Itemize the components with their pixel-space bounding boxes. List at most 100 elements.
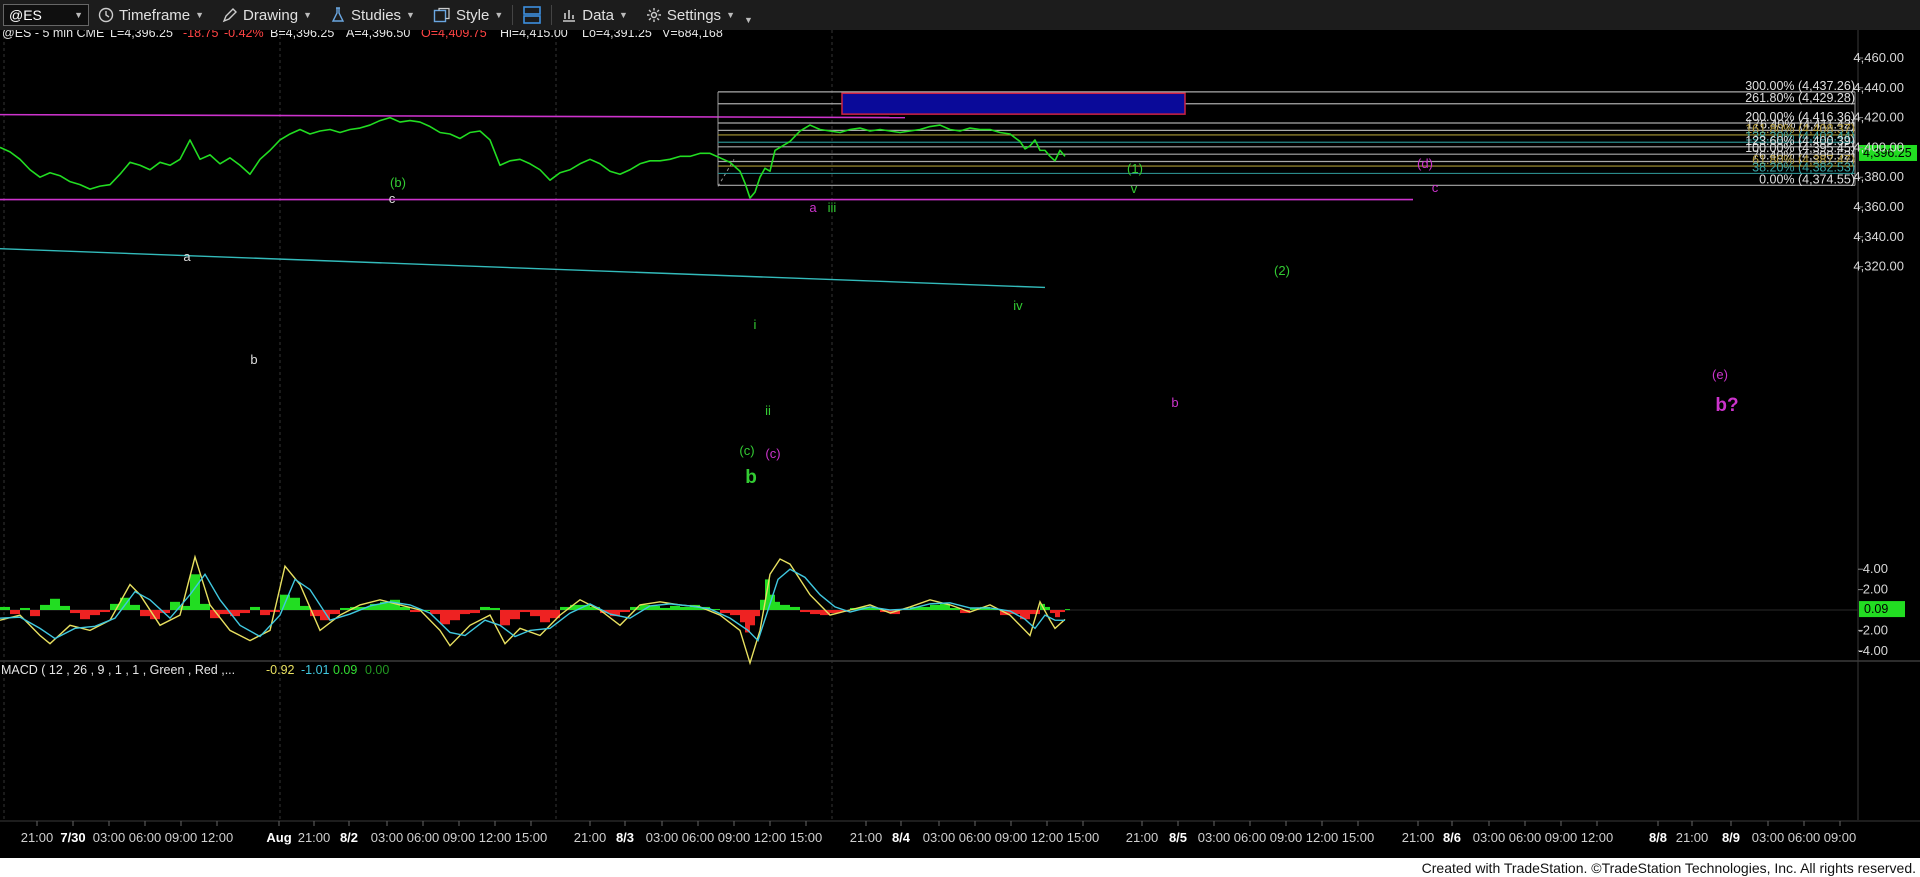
time-tick-label: 21:00: [574, 830, 607, 845]
time-tick-label: 12:00: [201, 830, 234, 845]
macd-tick-label: -4.00: [1858, 643, 1888, 658]
style-label: Style: [455, 6, 490, 24]
studies-button[interactable]: Studies ▼: [321, 0, 424, 30]
high-price: Hi=4,415.00: [500, 30, 568, 40]
time-tick-label: 09:00: [995, 830, 1028, 845]
time-tick-label: 09:00: [165, 830, 198, 845]
macd-histogram-bar: [720, 610, 730, 614]
macd-histogram-bar: [240, 610, 250, 614]
macd-histogram-bar: [70, 610, 80, 614]
open-price: O=4,409.75: [421, 30, 487, 40]
style-icon: [433, 7, 450, 23]
time-tick-label: 8/6: [1443, 830, 1461, 845]
macd-histogram-bar: [670, 605, 680, 610]
wave-label: (d): [1417, 156, 1433, 171]
macd-histogram-bar: [130, 604, 140, 610]
macd-histogram-bar: [30, 610, 40, 617]
macd-histogram-bar: [920, 606, 930, 610]
time-tick-label: 09:00: [1545, 830, 1578, 845]
macd-histogram-bar: [330, 610, 340, 615]
style-button[interactable]: Style ▼: [424, 0, 512, 30]
flask-icon: [331, 7, 345, 22]
drawing-button[interactable]: Drawing ▼: [213, 0, 321, 30]
studies-label: Studies: [351, 6, 402, 24]
macd-histogram-bar: [10, 610, 20, 615]
macd-histogram-bar: [300, 605, 310, 610]
low-price: Lo=4,391.25: [582, 30, 652, 40]
symbol-selector[interactable]: @ES ▼: [3, 4, 89, 26]
time-tick-label: 15:00: [1067, 830, 1100, 845]
chevron-down-icon: ▼: [618, 10, 628, 20]
ask-price: A=4,396.50: [346, 30, 410, 40]
macd-histogram-bar: [90, 610, 100, 616]
last-price-header: L=4,396.25: [110, 30, 173, 40]
settings-button[interactable]: Settings ▼: [637, 0, 744, 30]
macd-histogram-bar: [450, 610, 460, 621]
wave-label: (c): [739, 443, 754, 458]
macd-histogram-bar: [510, 610, 520, 620]
price-tick-label: 4,460.00: [1853, 50, 1904, 65]
macd-signal-value: -1.01: [301, 663, 330, 677]
macd-histogram-bar: [740, 610, 745, 623]
macd-histogram-bar: [680, 606, 690, 610]
price-tick-label: 4,320.00: [1853, 259, 1904, 274]
time-tick-label: Aug: [266, 830, 291, 845]
footer-credit: Created with TradeStation. ©TradeStation…: [0, 858, 1920, 877]
wave-label: b: [745, 467, 757, 488]
chevron-down-icon: ▼: [406, 10, 415, 20]
time-tick-label: 06:00: [129, 830, 162, 845]
toolbar-overflow-icon[interactable]: ▼: [744, 15, 753, 25]
price-header: @ES - 5 min CME L=4,396.25 -18.75 -0.42%…: [2, 30, 723, 40]
time-tick-label: 21:00: [21, 830, 54, 845]
layout-button[interactable]: [513, 0, 551, 30]
macd-histogram-bar: [930, 604, 940, 610]
macd-histogram-bar: [50, 598, 60, 610]
chart-toolbar: @ES ▼ Timeframe ▼ Drawing ▼ Studies ▼ St…: [0, 0, 1920, 31]
time-tick-label: 8/2: [340, 830, 358, 845]
macd-zero-value: 0.00: [365, 663, 389, 677]
macd-histogram-bar: [340, 607, 350, 610]
price-tick-label: 4,400.00: [1853, 139, 1904, 154]
time-tick-label: 21:00: [1126, 830, 1159, 845]
wave-label: iii: [828, 200, 837, 215]
timeframe-button[interactable]: Timeframe ▼: [89, 0, 213, 30]
macd-histogram-bar: [730, 610, 740, 616]
time-tick-label: 09:00: [1270, 830, 1303, 845]
time-tick-label: 8/4: [892, 830, 911, 845]
price-tick-label: 4,360.00: [1853, 199, 1904, 214]
macd-tick-label: 2.00: [1863, 582, 1888, 597]
chevron-down-icon: ▼: [195, 10, 205, 20]
data-label: Data: [582, 6, 614, 24]
macd-histogram-bar: [480, 606, 490, 610]
layout-icon: [523, 6, 542, 24]
time-tick-label: 06:00: [1234, 830, 1267, 845]
data-button[interactable]: Data ▼: [552, 0, 637, 30]
macd-histogram-bar: [100, 610, 110, 613]
time-tick-label: 06:00: [1509, 830, 1542, 845]
chart-canvas[interactable]: 300.00% (4,437.26)261.80% (4,429.28)200.…: [0, 30, 1920, 858]
macd-histogram-bar: [1060, 610, 1065, 613]
time-tick-label: 21:00: [298, 830, 331, 845]
macd-tick-label: 4.00: [1863, 561, 1888, 576]
time-tick-label: 8/8: [1649, 830, 1667, 845]
wave-label: a: [809, 200, 817, 215]
macd-histogram-bar: [0, 606, 10, 610]
time-tick-label: 21:00: [1402, 830, 1435, 845]
wave-label: a: [183, 249, 191, 264]
time-tick-label: 12:00: [479, 830, 512, 845]
time-tick-label: 03:00: [923, 830, 956, 845]
chevron-down-icon: ▼: [726, 10, 735, 20]
macd-histogram-bar: [650, 605, 660, 610]
price-tick-label: 4,440.00: [1853, 80, 1904, 95]
copyright-text: Created with TradeStation. ©TradeStation…: [1421, 859, 1916, 876]
clock-icon: [98, 7, 114, 23]
macd-histogram-bar: [520, 610, 530, 613]
chevron-down-icon: ▼: [74, 10, 83, 20]
settings-label: Settings: [666, 6, 722, 24]
time-tick-label: 8/3: [616, 830, 634, 845]
macd-histogram-bar: [60, 605, 70, 610]
price-tick-label: 4,420.00: [1853, 110, 1904, 125]
time-tick-label: 03:00: [1198, 830, 1231, 845]
wave-label: (e): [1712, 367, 1728, 382]
time-tick-label: 7/30: [60, 830, 85, 845]
